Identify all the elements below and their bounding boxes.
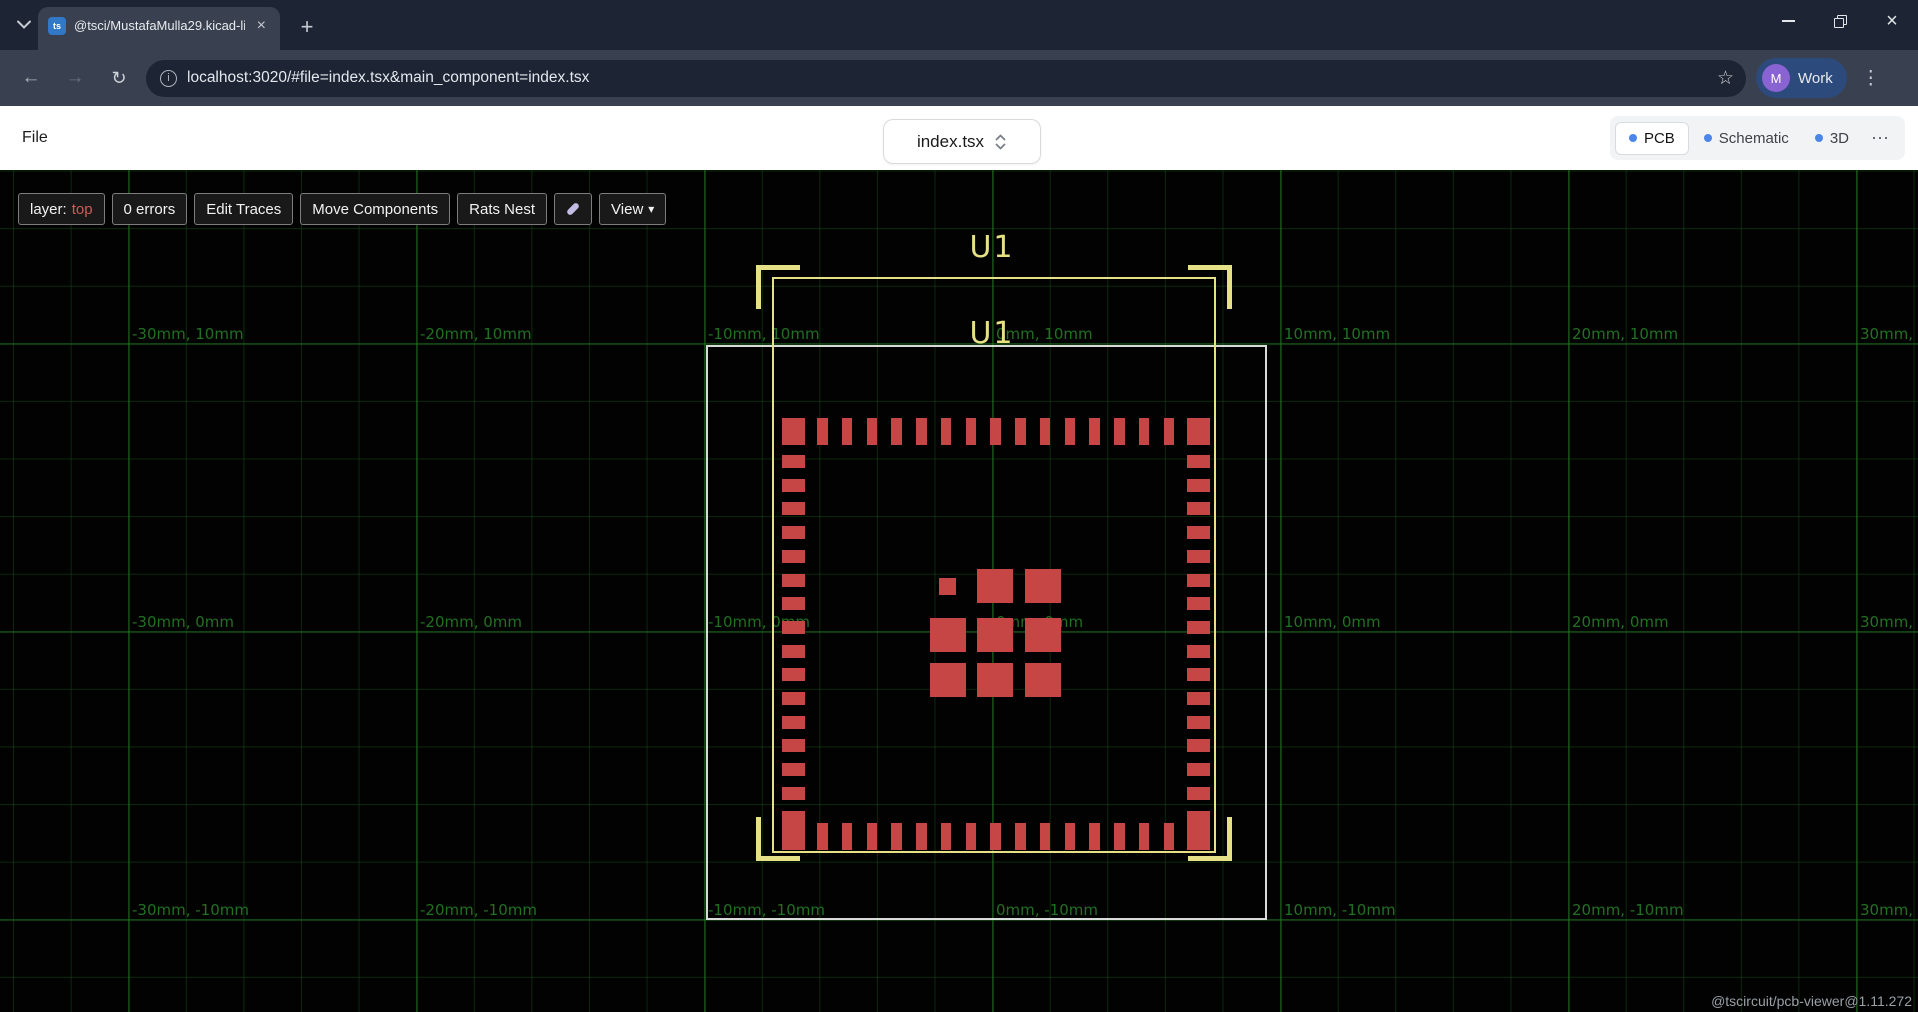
tab-3d[interactable]: 3D xyxy=(1804,123,1860,154)
errors-button[interactable]: 0 errors xyxy=(112,193,188,225)
tab-pcb[interactable]: PCB xyxy=(1615,122,1689,155)
caret-down-icon: ▾ xyxy=(648,202,654,216)
silkscreen-corner-bracket xyxy=(1188,265,1232,309)
avatar: M xyxy=(1762,64,1790,92)
tab-3d-label: 3D xyxy=(1830,130,1849,147)
tab-pcb-label: PCB xyxy=(1644,130,1675,147)
move-components-button[interactable]: Move Components xyxy=(300,193,450,225)
silkscreen-outline xyxy=(772,277,1216,853)
silkscreen-corner-bracket xyxy=(1188,817,1232,861)
reload-button[interactable]: ↻ xyxy=(102,61,136,95)
pcb-toolbar: layer: top 0 errors Edit Traces Move Com… xyxy=(18,193,666,225)
browser-menu-button[interactable]: ⋮ xyxy=(1857,67,1885,90)
layer-label: layer: xyxy=(30,201,67,218)
profile-chip[interactable]: M Work xyxy=(1756,58,1847,98)
view-label: View xyxy=(611,201,643,218)
chevron-down-icon xyxy=(17,20,31,29)
browser-navbar: ← → ↻ i localhost:3020/#file=index.tsx&m… xyxy=(0,50,1918,106)
updown-chevron-icon xyxy=(994,134,1007,150)
more-views-button[interactable]: ⋯ xyxy=(1864,128,1897,149)
pencil-icon xyxy=(566,202,580,216)
file-selector-value: index.tsx xyxy=(917,132,984,152)
tab-schematic[interactable]: Schematic xyxy=(1693,123,1800,154)
rats-nest-button[interactable]: Rats Nest xyxy=(457,193,547,225)
bookmark-star-icon[interactable]: ☆ xyxy=(1717,67,1734,90)
browser-tab[interactable]: ts @tsci/MustafaMulla29.kicad-lib × xyxy=(38,7,280,50)
tab-search-button[interactable] xyxy=(10,11,37,38)
new-tab-button[interactable]: + xyxy=(292,12,322,42)
view-switcher: PCB Schematic 3D ⋯ xyxy=(1610,116,1905,160)
file-selector-dropdown[interactable]: index.tsx xyxy=(883,119,1041,164)
tab-title: @tsci/MustafaMulla29.kicad-lib xyxy=(74,18,245,33)
silkscreen-corner-bracket xyxy=(756,817,800,861)
address-bar[interactable]: i localhost:3020/#file=index.tsx&main_co… xyxy=(146,60,1746,97)
browser-window: ts @tsci/MustafaMulla29.kicad-lib × + × … xyxy=(0,0,1918,1012)
profile-label: Work xyxy=(1798,70,1833,87)
edit-traces-button[interactable]: Edit Traces xyxy=(194,193,293,225)
viewer-version-label: @tscircuit/pcb-viewer@1.11.272 xyxy=(1711,993,1912,1009)
view-dropdown-button[interactable]: View ▾ xyxy=(599,193,666,225)
window-restore-button[interactable] xyxy=(1814,0,1866,42)
tab-close-icon[interactable]: × xyxy=(253,16,270,36)
component-reference-label: U1 xyxy=(942,230,1042,265)
3d-dot-icon xyxy=(1815,134,1823,142)
edit-pencil-button[interactable] xyxy=(554,193,592,225)
layer-button[interactable]: layer: top xyxy=(18,193,105,225)
url-text[interactable]: localhost:3020/#file=index.tsx&main_comp… xyxy=(187,69,1707,87)
file-menu[interactable]: File xyxy=(22,129,48,147)
layer-value: top xyxy=(72,201,93,218)
tab-schematic-label: Schematic xyxy=(1719,130,1789,147)
minimize-icon xyxy=(1782,20,1795,22)
close-icon: × xyxy=(1886,11,1898,31)
app-header: File index.tsx PCB Schematic 3D ⋯ xyxy=(0,106,1918,170)
silkscreen-corner-bracket xyxy=(756,265,800,309)
tab-strip: ts @tsci/MustafaMulla29.kicad-lib × + × xyxy=(0,0,1918,50)
pcb-canvas[interactable]: -30mm, 10mm-20mm, 10mm-10mm, 10mm0mm, 10… xyxy=(0,170,1918,1012)
window-controls: × xyxy=(1762,0,1918,42)
component-reference-label-inner: U1 xyxy=(942,316,1042,351)
restore-icon xyxy=(1834,15,1847,28)
window-close-button[interactable]: × xyxy=(1866,0,1918,42)
site-info-icon[interactable]: i xyxy=(160,70,177,87)
window-minimize-button[interactable] xyxy=(1762,0,1814,42)
schematic-dot-icon xyxy=(1704,134,1712,142)
typescript-favicon-icon: ts xyxy=(48,17,66,35)
forward-button[interactable]: → xyxy=(58,61,92,95)
pcb-dot-icon xyxy=(1629,134,1637,142)
back-button[interactable]: ← xyxy=(14,61,48,95)
